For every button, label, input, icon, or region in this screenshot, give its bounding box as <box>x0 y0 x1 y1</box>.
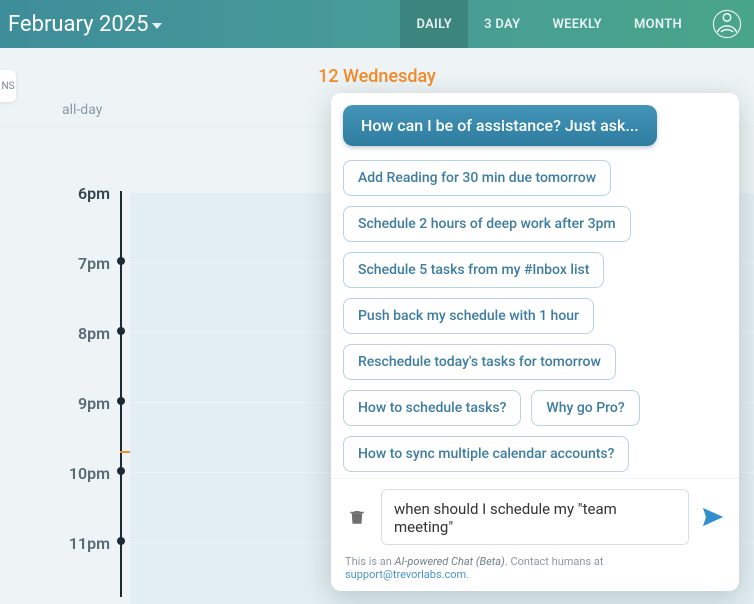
suggestion-chip[interactable]: Add Reading for 30 min due tomorrow <box>343 160 611 196</box>
hour-label: 10pm <box>0 464 110 483</box>
chat-input[interactable] <box>381 489 689 545</box>
send-icon <box>701 505 725 529</box>
ai-chat-panel: How can I be of assistance? Just ask... … <box>331 93 739 591</box>
send-button[interactable] <box>699 503 727 531</box>
hour-label: 8pm <box>0 324 110 343</box>
chat-body: How can I be of assistance? Just ask... … <box>331 93 739 478</box>
assistant-prompt-bubble: How can I be of assistance? Just ask... <box>343 105 657 146</box>
chat-footer: This is an AI-powered Chat (Beta). Conta… <box>331 549 739 591</box>
meditation-avatar-icon[interactable] <box>712 9 742 39</box>
suggestion-chip[interactable]: Reschedule today's tasks for tomorrow <box>343 344 616 380</box>
support-link[interactable]: support@trevorlabs.com <box>345 568 466 581</box>
suggestion-chip[interactable]: Why go Pro? <box>531 390 639 426</box>
suggestion-chip[interactable]: Schedule 2 hours of deep work after 3pm <box>343 206 631 242</box>
view-tabs: DAILY 3 DAY WEEKLY MONTH <box>400 0 698 48</box>
suggestion-list: Add Reading for 30 min due tomorrow Sche… <box>343 160 727 478</box>
chat-input-row <box>331 478 739 549</box>
view-tab-weekly[interactable]: WEEKLY <box>536 0 617 48</box>
suggestion-chip[interactable]: How to schedule tasks? <box>343 390 521 426</box>
hour-label: 6pm <box>0 184 110 203</box>
app-header: February 2025 DAILY 3 DAY WEEKLY MONTH <box>0 0 754 48</box>
view-tab-daily[interactable]: DAILY <box>400 0 468 48</box>
day-header: 12 Wednesday <box>0 48 754 93</box>
hour-label: 11pm <box>0 534 110 553</box>
caret-down-icon <box>152 23 162 29</box>
allday-label: all-day <box>62 102 102 118</box>
hour-label: 9pm <box>0 394 110 413</box>
view-tab-3day[interactable]: 3 DAY <box>468 0 536 48</box>
suggestion-chip[interactable]: Schedule 5 tasks from my #Inbox list <box>343 252 604 288</box>
month-label: February 2025 <box>8 12 148 37</box>
suggestion-chip[interactable]: How to sync multiple calendar accounts? <box>343 436 629 472</box>
view-tab-month[interactable]: MONTH <box>618 0 698 48</box>
suggestion-chip[interactable]: Push back my schedule with 1 hour <box>343 298 594 334</box>
clear-input-button[interactable] <box>343 503 371 531</box>
hour-label: 7pm <box>0 254 110 273</box>
month-picker[interactable]: February 2025 <box>8 12 162 37</box>
trash-icon <box>348 508 366 526</box>
